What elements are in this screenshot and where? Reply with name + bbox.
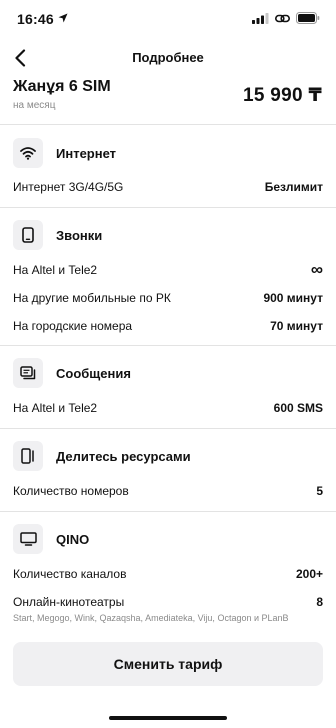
section-sharing-header: Делитесь ресурсами [13, 441, 191, 471]
row-label: Количество номеров [13, 484, 129, 498]
row-label: На Altel и Tele2 [13, 401, 98, 415]
row-label: Количество каналов [13, 567, 127, 581]
row-value: Безлимит [264, 180, 323, 194]
section-title: Сообщения [56, 365, 131, 381]
section-internet-header: Интернет [13, 138, 116, 168]
row-channel-count: Количество каналов 200+ [13, 565, 323, 583]
row-calls-landline: На городские номера 70 минут [13, 317, 323, 335]
section-qino-header: QINO [13, 524, 89, 554]
share-devices-icon [13, 441, 43, 471]
plan-period: на месяц [13, 100, 56, 111]
row-sms-altel: На Altel и Tele2 600 SMS [13, 399, 323, 417]
link-icon [275, 14, 290, 22]
status-time: 16:46 [17, 11, 54, 27]
row-internet-speed: Интернет 3G/4G/5G Безлимит [13, 178, 323, 196]
row-value: 600 SMS [273, 401, 323, 415]
section-messages-header: Сообщения [13, 358, 131, 388]
wifi-icon [13, 138, 43, 168]
page-title: Подробнее [132, 50, 204, 65]
divider [0, 124, 336, 125]
row-number-count: Количество номеров 5 [13, 482, 323, 500]
row-value: 200+ [295, 567, 323, 581]
row-calls-mobile: На другие мобильные по РК 900 минут [13, 289, 323, 307]
row-value: 5 [316, 484, 323, 498]
section-title: QINO [56, 531, 90, 547]
phone-icon [13, 220, 43, 250]
row-value: 900 минут [263, 291, 323, 305]
signal-icon [252, 12, 269, 24]
plan-header: Жанұя 6 SIM на месяц 15 990 ₸ [0, 76, 336, 124]
section-title: Делитесь ресурсами [56, 448, 191, 464]
row-value: ∞ [310, 260, 323, 279]
section-title: Интернет [56, 145, 117, 161]
home-indicator [109, 716, 227, 720]
divider [0, 428, 336, 429]
row-calls-altel: На Altel и Tele2 ∞ [13, 260, 323, 279]
message-icon [13, 358, 43, 388]
cinemas-list: Start, Megogo, Wink, Qazaqsha, Amediatek… [13, 613, 289, 623]
tv-icon [13, 524, 43, 554]
divider [0, 345, 336, 346]
section-title: Звонки [56, 227, 103, 243]
status-bar: 16:46 [0, 0, 336, 40]
row-label: На другие мобильные по РК [13, 291, 171, 305]
row-value: 70 минут [270, 319, 323, 333]
row-cinema-count: Онлайн-кинотеатры 8 [13, 593, 323, 611]
section-calls-header: Звонки [13, 220, 102, 250]
plan-name: Жанұя 6 SIM [13, 78, 111, 95]
row-label: На Altel и Tele2 [13, 263, 98, 277]
row-label: Онлайн-кинотеатры [13, 595, 125, 609]
nav-bar: Подробнее [0, 40, 336, 76]
battery-icon [296, 12, 320, 24]
row-value: 8 [316, 595, 323, 609]
change-plan-button[interactable]: Сменить тариф [13, 642, 323, 686]
divider [0, 207, 336, 208]
plan-price: 15 990 ₸ [242, 85, 322, 106]
row-label: Интернет 3G/4G/5G [13, 180, 124, 194]
location-arrow-icon [58, 13, 68, 23]
row-label: На городские номера [13, 319, 133, 333]
status-icons [252, 12, 320, 24]
divider [0, 511, 336, 512]
